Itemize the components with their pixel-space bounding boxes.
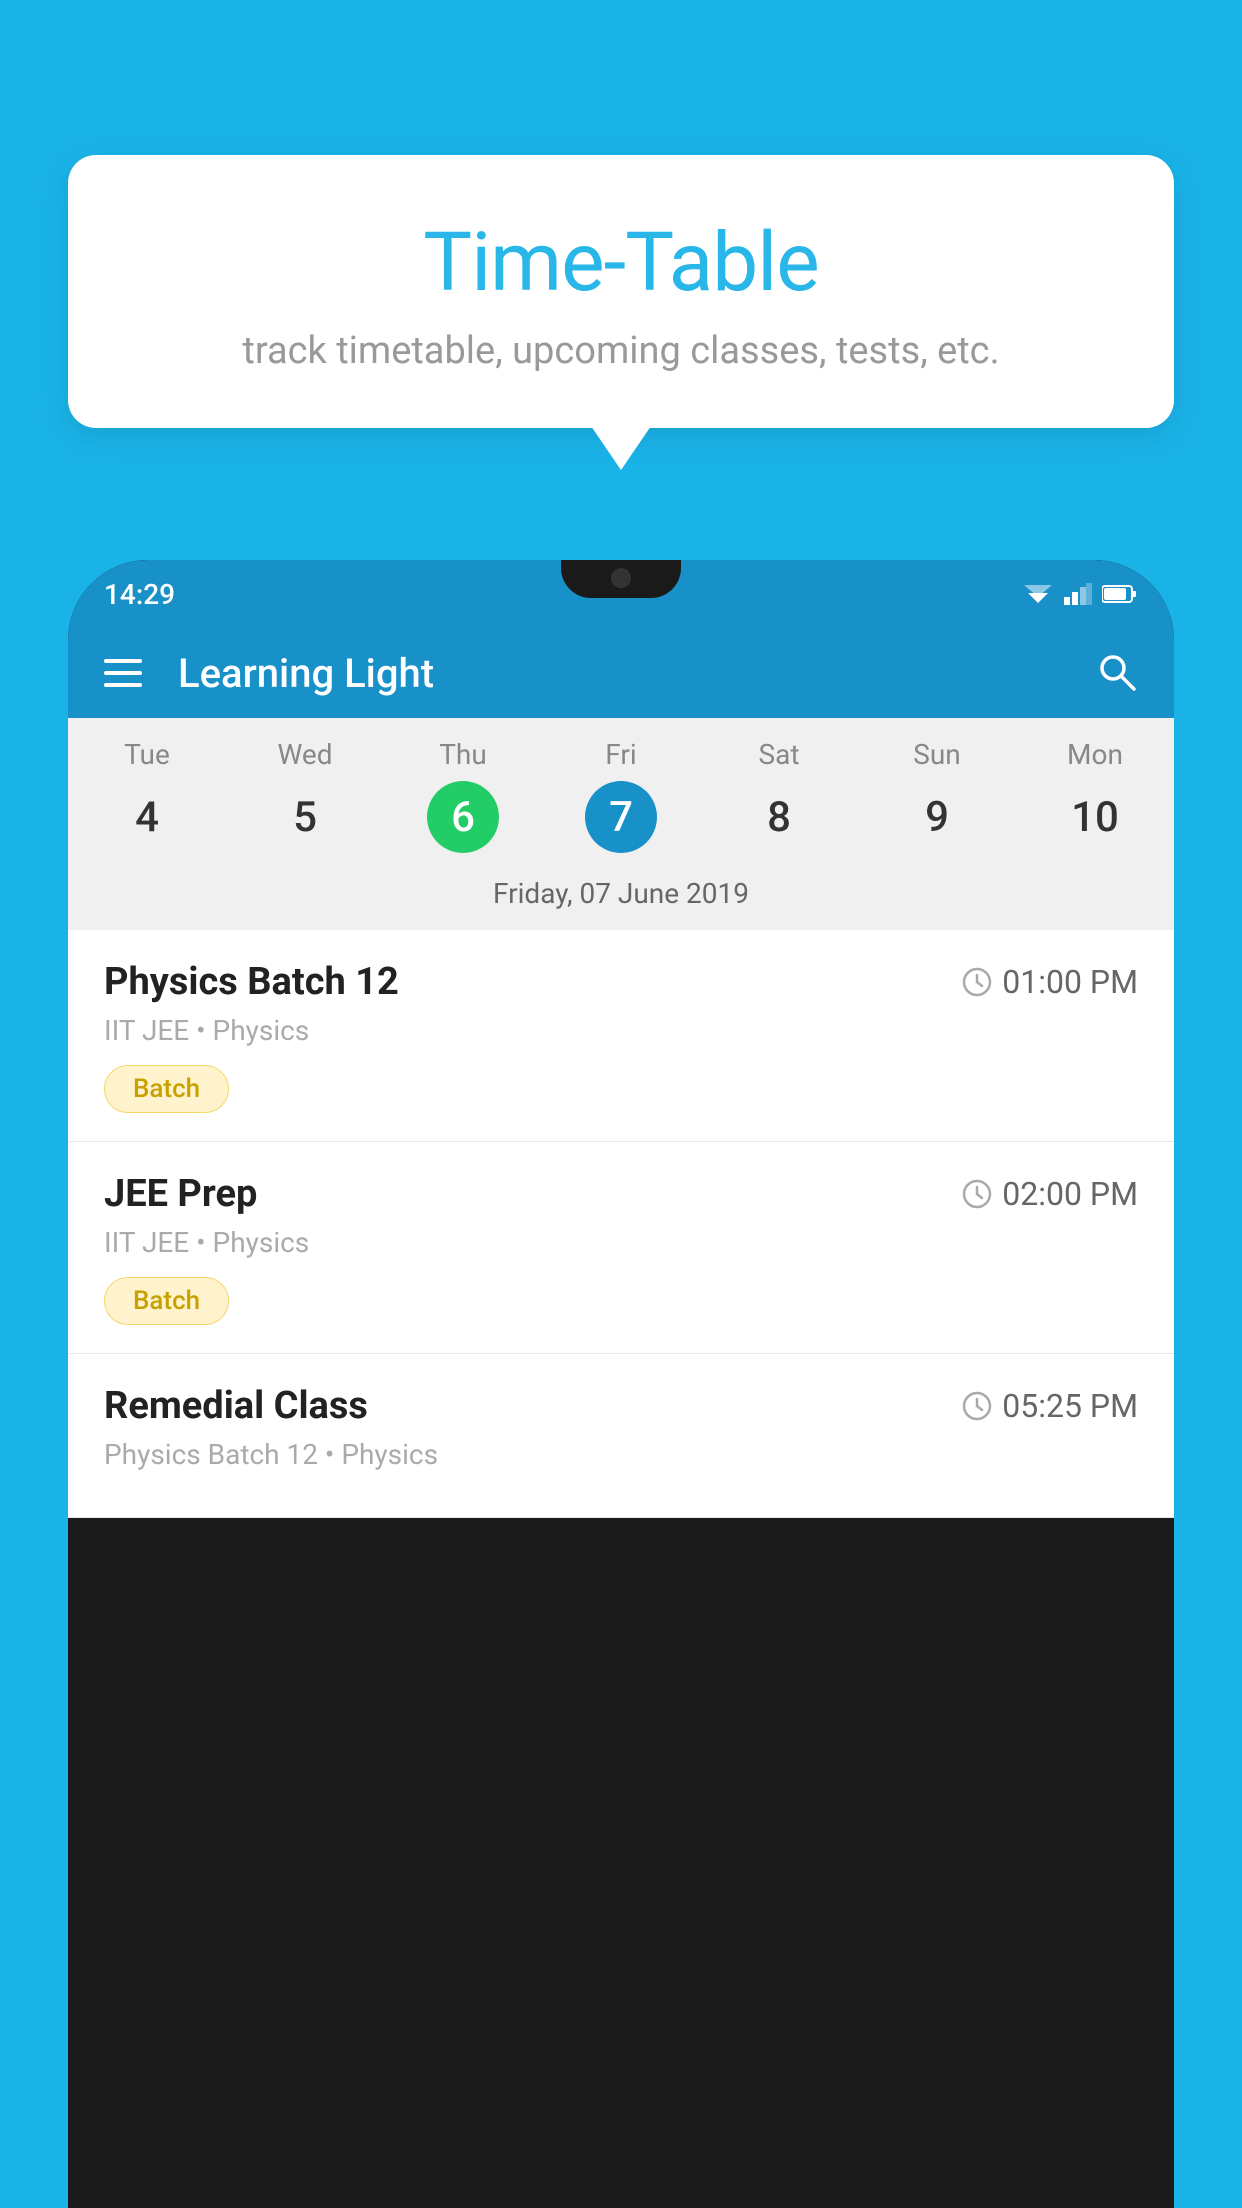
calendar-day-tue[interactable]: Tue 4 — [68, 738, 226, 853]
search-button[interactable] — [1094, 649, 1138, 697]
day-num: 5 — [269, 781, 341, 853]
schedule-item[interactable]: Physics Batch 12 01:00 PM IIT JEE • Physic… — [68, 930, 1174, 1142]
schedule-meta: IIT JEE • Physics — [104, 1014, 1138, 1047]
day-num: 9 — [901, 781, 973, 853]
schedule-item-header: Physics Batch 12 01:00 PM — [104, 960, 1138, 1004]
schedule-title: Physics Batch 12 — [104, 960, 399, 1004]
battery-icon — [1102, 584, 1138, 604]
day-num: 7 — [585, 781, 657, 853]
day-name: Mon — [1016, 738, 1174, 771]
schedule-item-header: Remedial Class 05:25 PM — [104, 1384, 1138, 1428]
schedule-time: 05:25 PM — [962, 1387, 1138, 1425]
clock-icon — [962, 1179, 992, 1209]
wifi-icon — [1022, 583, 1054, 605]
search-icon — [1094, 649, 1138, 693]
schedule-title: JEE Prep — [104, 1172, 257, 1216]
day-num: 6 — [427, 781, 499, 853]
phone-content: Tue 4 Wed 5 Thu 6 Fri 7 Sat 8 Sun 9 Mon 10 Friday, 07… — [68, 718, 1174, 1518]
calendar-day-mon[interactable]: Mon 10 — [1016, 738, 1174, 853]
calendar-section: Tue 4 Wed 5 Thu 6 Fri 7 Sat 8 Sun 9 Mon 10 Friday, 07… — [68, 718, 1174, 930]
time-text: 05:25 PM — [1002, 1387, 1138, 1425]
hamburger-menu-button[interactable] — [104, 659, 142, 687]
calendar-days-header: Tue 4 Wed 5 Thu 6 Fri 7 Sat 8 Sun 9 Mon 10 — [68, 718, 1174, 861]
day-name: Thu — [384, 738, 542, 771]
schedule-meta: Physics Batch 12 • Physics — [104, 1438, 1138, 1471]
hamburger-line-1 — [104, 659, 142, 663]
hamburger-line-3 — [104, 683, 142, 687]
day-name: Wed — [226, 738, 384, 771]
time-text: 02:00 PM — [1002, 1175, 1138, 1213]
day-num: 8 — [743, 781, 815, 853]
calendar-day-wed[interactable]: Wed 5 — [226, 738, 384, 853]
status-icons — [1022, 583, 1138, 605]
schedule-title: Remedial Class — [104, 1384, 368, 1428]
calendar-day-fri[interactable]: Fri 7 — [542, 738, 700, 853]
phone-frame: 14:29 — [68, 560, 1174, 2208]
tooltip-card: Time-Table track timetable, upcoming cla… — [68, 155, 1174, 428]
calendar-day-thu[interactable]: Thu 6 — [384, 738, 542, 853]
schedule-meta: IIT JEE • Physics — [104, 1226, 1138, 1259]
tooltip-title: Time-Table — [118, 215, 1124, 311]
notch — [561, 560, 681, 598]
calendar-day-sat[interactable]: Sat 8 — [700, 738, 858, 853]
signal-icon — [1064, 583, 1092, 605]
day-name: Sun — [858, 738, 1016, 771]
status-bar: 14:29 — [68, 560, 1174, 628]
status-time: 14:29 — [104, 578, 175, 611]
phone-inner: 14:29 — [68, 560, 1174, 2208]
day-num: 10 — [1059, 781, 1131, 853]
app-bar-title: Learning Light — [178, 650, 1094, 697]
tooltip-subtitle: track timetable, upcoming classes, tests… — [118, 329, 1124, 373]
time-text: 01:00 PM — [1002, 963, 1138, 1001]
clock-icon — [962, 1391, 992, 1421]
schedule-list: Physics Batch 12 01:00 PM IIT JEE • Physic… — [68, 930, 1174, 1518]
schedule-item-header: JEE Prep 02:00 PM — [104, 1172, 1138, 1216]
day-name: Fri — [542, 738, 700, 771]
schedule-item[interactable]: Remedial Class 05:25 PM Physics Batch 12 •… — [68, 1354, 1174, 1518]
day-name: Tue — [68, 738, 226, 771]
clock-icon — [962, 967, 992, 997]
day-name: Sat — [700, 738, 858, 771]
calendar-date-label: Friday, 07 June 2019 — [68, 861, 1174, 930]
calendar-day-sun[interactable]: Sun 9 — [858, 738, 1016, 853]
schedule-time: 02:00 PM — [962, 1175, 1138, 1213]
batch-badge: Batch — [104, 1277, 229, 1325]
schedule-time: 01:00 PM — [962, 963, 1138, 1001]
app-bar: Learning Light — [68, 628, 1174, 718]
schedule-item[interactable]: JEE Prep 02:00 PM IIT JEE • Physics Batch — [68, 1142, 1174, 1354]
hamburger-line-2 — [104, 671, 142, 675]
day-num: 4 — [111, 781, 183, 853]
camera — [611, 568, 631, 588]
batch-badge: Batch — [104, 1065, 229, 1113]
